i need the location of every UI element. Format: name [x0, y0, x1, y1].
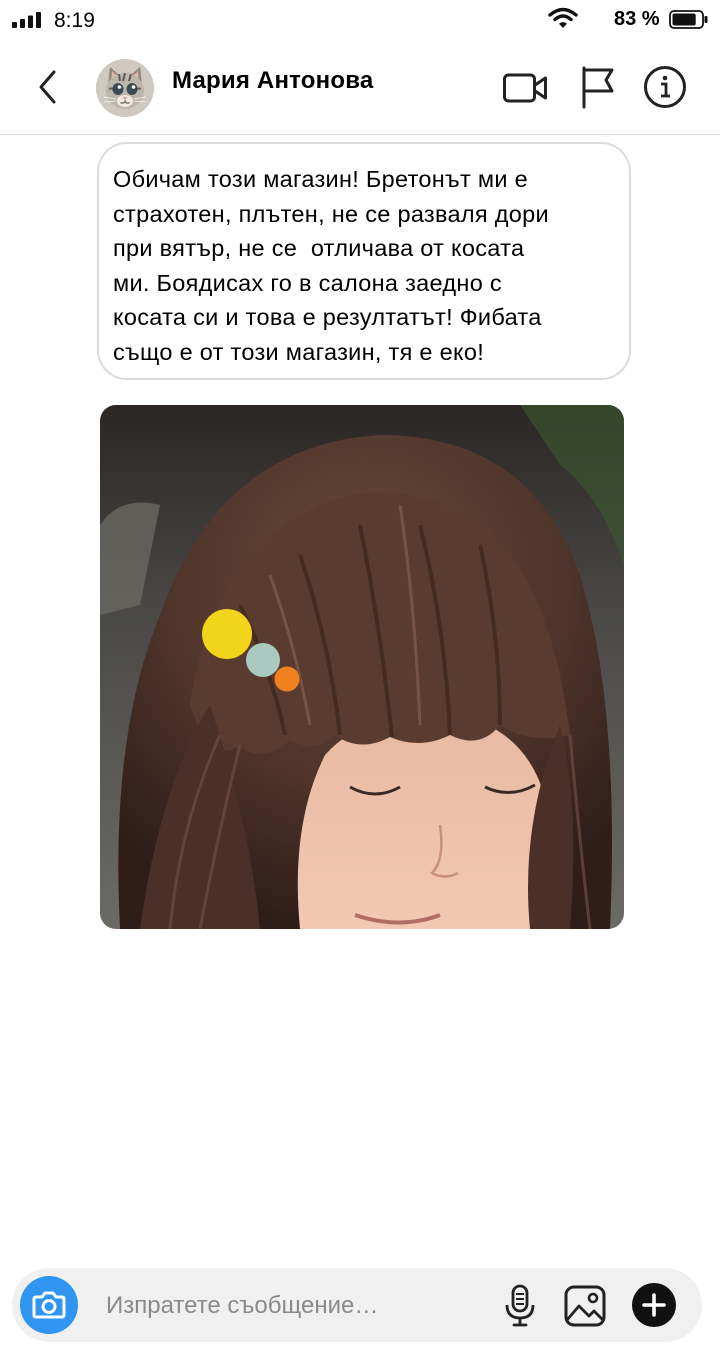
kitten-avatar[interactable]	[96, 59, 154, 117]
message-line: ми. Боядисах го в салона заедно с	[113, 269, 502, 296]
microphone-icon[interactable]	[502, 1284, 538, 1328]
message-line: страхотен, плътен, не се разваля дори	[113, 200, 549, 227]
message-line: също е от този магазин, тя е еко!	[113, 338, 485, 365]
gallery-icon[interactable]	[563, 1284, 607, 1328]
message-line: при вятър, не се отличава от косата	[113, 235, 525, 261]
info-icon[interactable]	[643, 65, 687, 109]
battery-icon	[669, 10, 708, 29]
status-time: 8:19	[54, 9, 95, 32]
status-bar: 8:19 83 %	[0, 0, 720, 44]
video-call-icon[interactable]	[502, 68, 548, 108]
plus-icon	[642, 1293, 666, 1317]
camera-icon	[32, 1291, 66, 1319]
wifi-icon	[548, 7, 578, 28]
message-line: косата си и това е резултатът! Фибата	[113, 304, 542, 330]
message-input[interactable]	[104, 1286, 488, 1326]
add-button[interactable]	[632, 1283, 676, 1327]
message-composer	[12, 1268, 702, 1342]
battery-percent: 83 %	[614, 8, 660, 30]
back-chevron-icon[interactable]	[32, 64, 66, 110]
flag-icon[interactable]	[578, 64, 616, 110]
message-bubble[interactable]: Обичам този магазин! Бретонът ми е страх…	[97, 142, 631, 380]
message-text: Обичам този магазин! Бретонът ми е страх…	[113, 162, 615, 369]
cellular-signal-icon	[12, 12, 41, 28]
chat-header: Мария Антонова	[0, 44, 720, 135]
message-line: Обичам този магазин! Бретонът ми е	[113, 166, 529, 192]
message-photo[interactable]	[100, 405, 624, 929]
camera-button[interactable]	[20, 1276, 78, 1334]
contact-name[interactable]: Мария Антонова	[172, 67, 373, 95]
